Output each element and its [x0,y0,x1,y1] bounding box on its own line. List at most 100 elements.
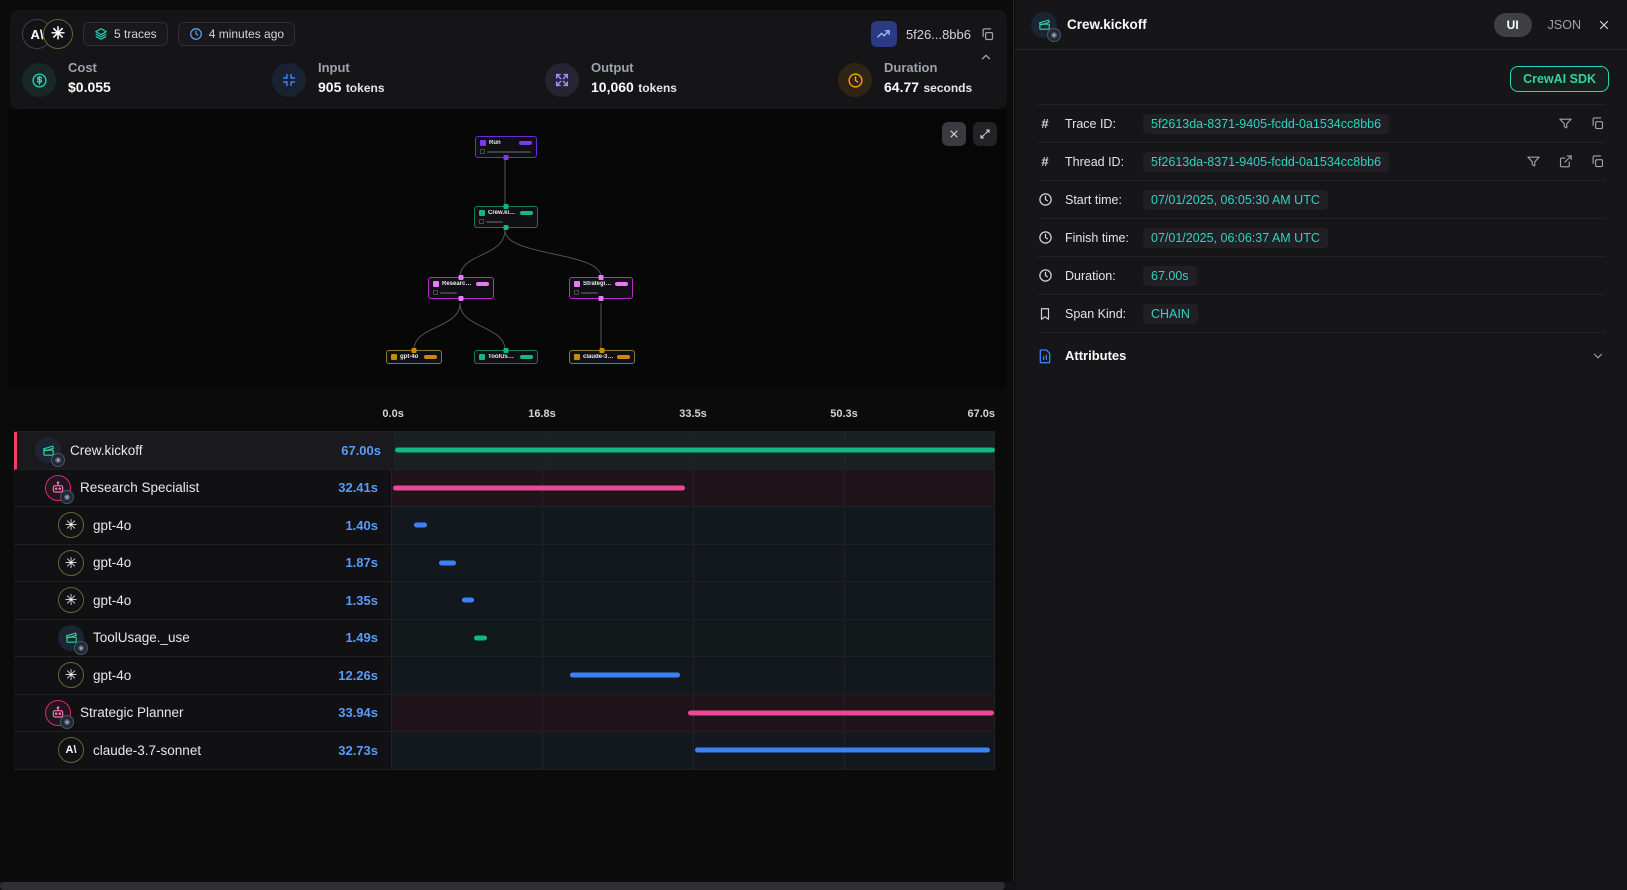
waterfall-row[interactable]: ✳ gpt-4o 1.87s [14,545,995,583]
detail-row-value: CHAIN [1143,304,1198,324]
waterfall-row[interactable]: ✳ gpt-4o 1.35s [14,582,995,620]
axis-tick-label: 16.8s [528,408,556,420]
trace-graph-canvas[interactable]: Run Crew.kickoff Research Speciali Stra [7,109,1006,389]
waterfall-row[interactable]: ◉ Research Specialist 32.41s [14,470,995,508]
span-duration: 32.73s [338,743,378,758]
node-subtitle [574,290,628,295]
span-bar [474,635,487,640]
node-type-icon [391,354,397,360]
traces-count-label: 5 traces [114,27,157,41]
detail-row-label: Finish time: [1065,231,1143,245]
node-handle [599,296,604,301]
sdk-row: CrewAI SDK [1015,50,1627,104]
node-badge [424,355,437,359]
waterfall-row[interactable]: ✳ gpt-4o 12.26s [14,657,995,695]
stats-row: Cost $0.055 Input 905 tokens [22,50,995,97]
node-handle [600,348,605,353]
copy-icon[interactable] [1590,116,1605,131]
horizontal-scrollbar[interactable] [0,882,1014,890]
graph-node-tool-usage[interactable]: ToolUsage._use [474,350,538,364]
panel-close-icon[interactable] [1597,18,1611,32]
span-duration: 33.94s [338,705,378,720]
node-handle [504,204,509,209]
trend-button[interactable] [871,21,897,47]
layers-icon [94,27,108,41]
span-duration: 1.35s [345,593,378,608]
stat-suffix: tokens [638,81,677,95]
graph-node-gpt-4o[interactable]: gpt-4o [386,350,442,364]
row-icon: A\ [58,737,84,763]
detail-row: Start time: 07/01/2025, 06:05:30 AM UTC [1037,180,1605,218]
span-timeline [394,432,995,469]
graph-node-crew-kickoff[interactable]: Crew.kickoff [474,206,538,228]
span-bar [462,598,474,603]
clock-icon [189,27,203,41]
waterfall-row[interactable]: ◉ ToolUsage._use 1.49s [14,620,995,658]
node-handle [504,155,509,160]
tab-json[interactable]: JSON [1548,18,1581,32]
traces-count-badge[interactable]: 5 traces [83,22,168,46]
copy-trace-id-icon[interactable] [980,27,995,42]
dollar-circle-icon [22,63,56,97]
axis-tick-label: 33.5s [679,408,707,420]
graph-node-research-specialist[interactable]: Research Speciali [428,277,494,299]
detail-row-value: 67.00s [1143,266,1197,286]
span-duration: 67.00s [341,443,381,458]
span-name: gpt-4o [93,668,329,683]
span-bar [395,448,994,453]
tab-ui[interactable]: UI [1494,13,1532,37]
trending-icon [876,27,891,42]
agent-robot-icon: ◉ [45,475,71,501]
axis-tick-label: 0.0s [382,408,403,420]
span-duration: 1.40s [345,518,378,533]
filter-icon[interactable] [1558,116,1573,131]
waterfall-rows: ◉ Crew.kickoff 67.00s ◉ Research Special… [14,431,995,770]
node-handle [412,348,417,353]
timeline-axis: 0.0s16.8s33.5s50.3s67.0s [391,404,995,431]
waterfall-row[interactable]: A\ claude-3.7-sonnet 32.73s [14,732,995,770]
external-link-icon[interactable] [1558,154,1573,169]
stat-label: Duration [884,60,972,75]
expand-icon [979,128,991,140]
waterfall-row[interactable]: ✳ gpt-4o 1.40s [14,507,995,545]
attributes-section-header[interactable]: Attributes [1037,332,1605,378]
row-icon: ✳ [58,550,84,576]
filter-icon[interactable] [1526,154,1541,169]
detail-row: # Thread ID: 5f2613da-8371-9405-fcdd-0a1… [1037,142,1605,180]
hash-icon: # [1041,154,1048,169]
graph-close-button[interactable] [942,122,966,146]
trace-age-label: 4 minutes ago [209,27,284,41]
detail-row-icon [1037,268,1053,283]
detail-row-label: Duration: [1065,269,1143,283]
node-subtitle [479,219,533,224]
graph-node-claude[interactable]: claude-3.7-sonnet [569,350,635,364]
node-label: claude-3.7-sonnet [583,354,614,360]
span-timeline [391,545,995,582]
agentops-subbadge-icon: ◉ [1047,28,1061,42]
waterfall-row[interactable]: ◉ Crew.kickoff 67.00s [14,432,995,470]
graph-node-strategic-planner[interactable]: Strategic Planner [569,277,633,299]
node-badge [520,355,533,359]
panel-header: ◉ Crew.kickoff UI JSON [1015,0,1627,50]
stat-suffix: tokens [346,81,385,95]
span-timeline [391,470,995,507]
row-icon: ✳ [58,662,84,688]
span-duration: 1.87s [345,555,378,570]
sdk-badge: CrewAI SDK [1510,66,1609,92]
graph-node-run[interactable]: Run [475,136,537,158]
clock-icon [1038,268,1053,283]
stat-value: 64.77 [884,79,919,95]
detail-row: Span Kind: CHAIN [1037,294,1605,332]
clock-icon [1038,192,1053,207]
node-label: Strategic Planner [583,281,612,287]
anthropic-icon: A\ [58,737,84,763]
copy-icon[interactable] [1590,154,1605,169]
node-subtitle [433,290,489,295]
node-label: Run [489,140,501,146]
node-badge [615,282,628,286]
agentops-subbadge-icon: ◉ [74,641,88,655]
waterfall-row[interactable]: ◉ Strategic Planner 33.94s [14,695,995,733]
collapse-chevron-up-icon[interactable] [979,50,993,64]
graph-expand-button[interactable] [973,122,997,146]
node-badge [617,355,630,359]
